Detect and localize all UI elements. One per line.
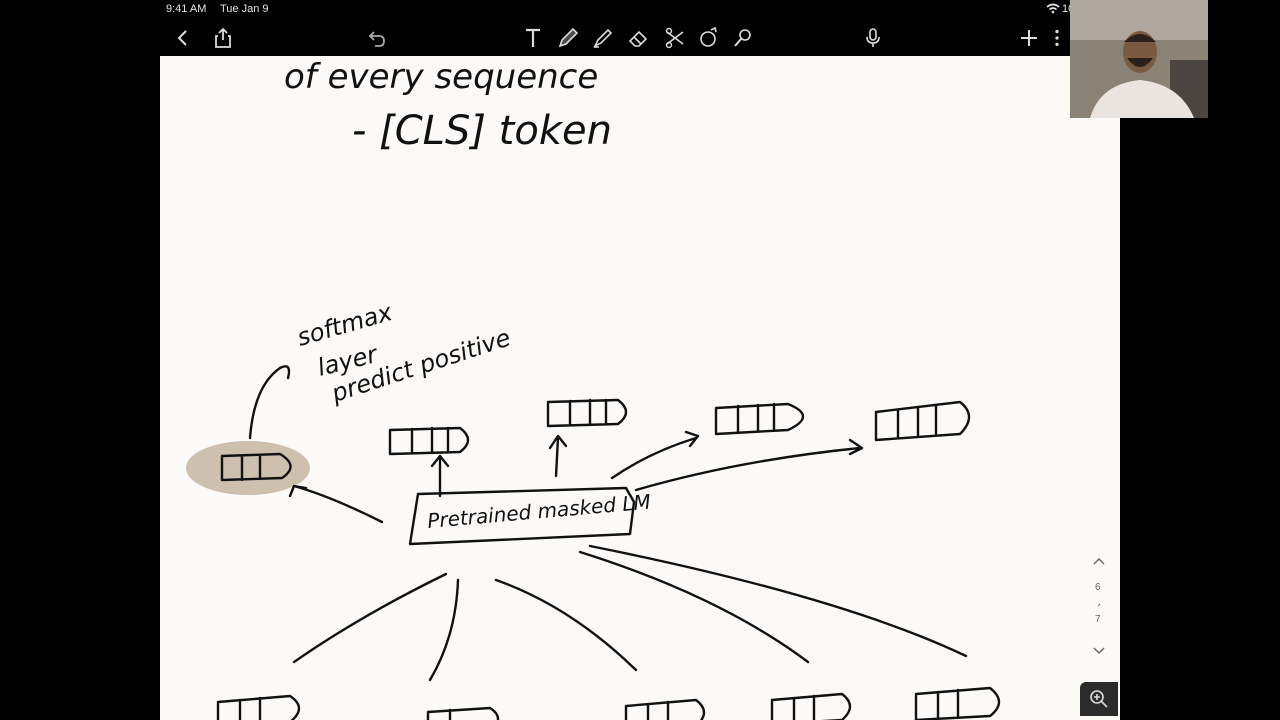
page-nav-total: 7 (1095, 614, 1101, 625)
token-vector (388, 426, 470, 456)
arrow (430, 454, 450, 498)
undo-icon[interactable] (362, 24, 392, 52)
more-icon[interactable] (1046, 24, 1068, 52)
connector-line (588, 544, 968, 658)
wifi-icon (1046, 3, 1060, 17)
shapes-tool-icon[interactable] (694, 24, 724, 52)
arrow (288, 484, 384, 524)
ink-line-1: of every sequence (284, 57, 598, 97)
page-nav-current: 6 (1095, 582, 1101, 593)
back-icon[interactable] (168, 24, 198, 52)
presenter-video (1070, 0, 1208, 118)
zoom-button[interactable] (1080, 682, 1118, 716)
arrow (548, 434, 568, 478)
webcam-overlay (1070, 0, 1208, 118)
share-icon[interactable] (208, 24, 238, 52)
status-date: Tue Jan 9 (220, 3, 269, 15)
page-navigator[interactable]: 6 7 (1088, 552, 1110, 660)
ink-softmax: softmax (294, 298, 396, 352)
highlighter-tool-icon[interactable] (588, 24, 618, 52)
arrow (610, 430, 700, 480)
arrow (248, 365, 291, 440)
token-vector (546, 398, 628, 428)
lasso-tool-icon[interactable] (660, 24, 690, 52)
token-vector (426, 706, 500, 720)
note-page[interactable]: of every sequence - [CLS] token softmax … (160, 56, 1120, 720)
microphone-icon[interactable] (858, 24, 888, 52)
token-vector (714, 402, 805, 436)
connector-line (292, 572, 448, 664)
token-vector (874, 400, 971, 442)
page-nav-arrows (1093, 558, 1105, 654)
status-time: 9:41 AM (166, 3, 207, 15)
eraser-tool-icon[interactable] (623, 24, 653, 52)
token-vector (624, 698, 706, 720)
zoom-in-icon (1090, 690, 1108, 708)
token-vector (216, 694, 301, 720)
pen-tool-icon[interactable] (553, 24, 583, 52)
magic-tool-icon[interactable] (728, 24, 758, 52)
add-icon[interactable] (1014, 24, 1044, 52)
token-vector (914, 686, 1001, 720)
connector-line (494, 578, 638, 672)
handwriting-canvas: of every sequence - [CLS] token softmax … (186, 57, 1001, 720)
model-box-label: Pretrained masked LM (426, 490, 651, 533)
ink-line-2: - [CLS] token (352, 108, 612, 154)
token-vector (770, 692, 852, 720)
connector-line (428, 578, 460, 682)
text-tool-icon[interactable] (518, 24, 548, 52)
